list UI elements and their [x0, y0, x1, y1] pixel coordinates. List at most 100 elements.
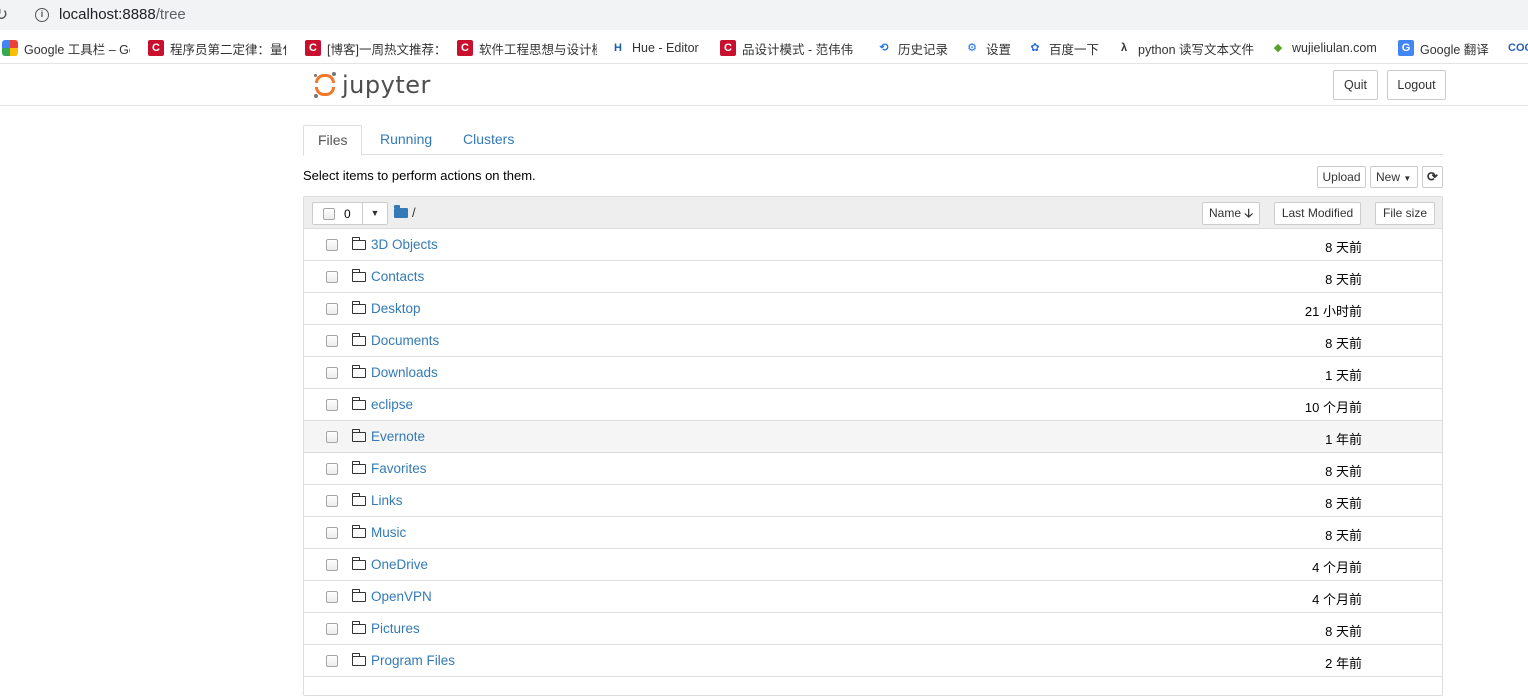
quit-button[interactable]: Quit [1333, 70, 1378, 100]
file-row[interactable]: 3D Objects 8 天前 [304, 229, 1442, 261]
bookmark-item[interactable]: ⟲ 历史记录 [876, 39, 952, 57]
row-checkbox[interactable] [326, 463, 338, 475]
row-checkbox[interactable] [326, 399, 338, 411]
file-row[interactable]: Downloads 1 天前 [304, 357, 1442, 389]
arrow-down-icon: 🡣 [1244, 206, 1253, 220]
csdn-icon: C [720, 40, 736, 56]
folder-icon [352, 397, 366, 410]
row-checkbox[interactable] [326, 655, 338, 667]
file-row[interactable]: Contacts 8 天前 [304, 261, 1442, 293]
folder-icon [352, 653, 366, 666]
row-checkbox[interactable] [326, 335, 338, 347]
item-name-link[interactable]: OpenVPN [371, 589, 432, 604]
item-name-link[interactable]: Desktop [371, 301, 421, 316]
row-checkbox[interactable] [326, 623, 338, 635]
address-text[interactable]: localhost:8888/tree [59, 6, 186, 23]
select-all-checkbox[interactable] [323, 207, 335, 220]
row-checkbox[interactable] [326, 559, 338, 571]
file-row[interactable]: Music 8 天前 [304, 517, 1442, 549]
sort-file-size-button[interactable]: File size [1375, 202, 1435, 225]
reload-icon[interactable]: ↻ [0, 5, 8, 25]
item-name-link[interactable]: Favorites [371, 461, 427, 476]
sort-name-button[interactable]: Name 🡣 [1202, 202, 1260, 225]
selection-hint: Select items to perform actions on them. [303, 168, 536, 183]
item-name-link[interactable]: 3D Objects [371, 237, 438, 252]
select-menu-caret-icon[interactable]: ▼ [363, 203, 387, 224]
bookmark-item[interactable]: G Google 翻译 [1398, 39, 1498, 57]
site-info-icon[interactable]: i [35, 8, 49, 22]
row-checkbox[interactable] [326, 431, 338, 443]
bookmark-item[interactable]: COOL SHELL [1508, 39, 1528, 57]
item-modified-time: 8 天前 [1325, 496, 1362, 511]
item-name-link[interactable]: OneDrive [371, 557, 428, 572]
gear-icon: ⚙ [967, 42, 977, 54]
tab-running[interactable]: Running [366, 125, 446, 155]
file-row[interactable]: Favorites 8 天前 [304, 453, 1442, 485]
new-dropdown-button[interactable]: New ▼ [1370, 166, 1418, 188]
refresh-icon[interactable]: ⟳ [1422, 166, 1443, 188]
hue-icon: H [614, 42, 622, 54]
tab-clusters[interactable]: Clusters [449, 125, 528, 155]
bookmark-item[interactable]: ✿ 百度一下 [1027, 39, 1105, 57]
bookmark-item[interactable]: Google 工具栏 – Go [2, 39, 130, 57]
select-all[interactable]: 0 [313, 203, 363, 224]
row-checkbox[interactable] [326, 303, 338, 315]
item-name-link[interactable]: Contacts [371, 269, 424, 284]
url-host: localhost:8888 [59, 6, 156, 23]
address-field[interactable] [26, 2, 1528, 28]
row-checkbox[interactable] [326, 271, 338, 283]
item-name-link[interactable]: Program Files [371, 653, 455, 668]
row-checkbox[interactable] [326, 527, 338, 539]
file-row[interactable]: Links 8 天前 [304, 485, 1442, 517]
bookmark-item[interactable]: C 软件工程思想与设计模 [457, 39, 597, 57]
bookmark-label: 百度一下 [1049, 42, 1100, 57]
logout-button[interactable]: Logout [1387, 70, 1446, 100]
tab-files[interactable]: Files [303, 125, 362, 156]
tab-bar: Files Running Clusters [303, 125, 1443, 156]
bookmark-label: 软件工程思想与设计模 [479, 42, 597, 57]
folder-icon [352, 365, 366, 378]
file-row[interactable]: OpenVPN 4 个月前 [304, 581, 1442, 613]
bookmark-item[interactable]: C [博客]一周热文推荐： [305, 39, 440, 57]
file-row[interactable]: OneDrive 4 个月前 [304, 549, 1442, 581]
bookmark-item[interactable]: C 程序员第二定律：量化 [148, 39, 286, 57]
item-name-link[interactable]: eclipse [371, 397, 413, 412]
file-row[interactable]: Pictures 8 天前 [304, 613, 1442, 645]
bookmark-label: Hue - Editor [632, 41, 699, 55]
row-checkbox[interactable] [326, 367, 338, 379]
row-checkbox[interactable] [326, 495, 338, 507]
item-modified-time: 4 个月前 [1312, 560, 1362, 575]
file-row[interactable]: Evernote 1 年前 [304, 421, 1442, 453]
item-name-link[interactable]: Downloads [371, 365, 438, 380]
breadcrumb-root[interactable]: / [412, 205, 416, 220]
row-checkbox[interactable] [326, 239, 338, 251]
item-modified-time: 8 天前 [1325, 336, 1362, 351]
sort-name-label: Name [1209, 206, 1242, 220]
sort-last-modified-button[interactable]: Last Modified [1274, 202, 1361, 225]
folder-icon[interactable] [394, 204, 408, 218]
csdn-icon: C [305, 40, 321, 56]
item-modified-time: 21 小时前 [1304, 304, 1362, 319]
item-name-link[interactable]: Links [371, 493, 403, 508]
file-row[interactable]: Documents 8 天前 [304, 325, 1442, 357]
item-name-link[interactable]: Documents [371, 333, 439, 348]
bookmarks-bar: Google 工具栏 – Go C 程序员第二定律：量化 C [博客]一周热文推荐： C 软… [0, 30, 1528, 64]
row-checkbox[interactable] [326, 591, 338, 603]
bookmark-item[interactable]: λ python 读写文本文件 [1116, 39, 1256, 57]
bookmark-item[interactable]: ◆ wujieliulan.com [1270, 39, 1388, 57]
upload-button[interactable]: Upload [1317, 166, 1366, 188]
item-name-link[interactable]: Pictures [371, 621, 420, 636]
file-row[interactable]: Program Files 2 年前 [304, 645, 1442, 677]
bookmark-item[interactable]: ⚙ 设置 [964, 39, 1014, 57]
bookmark-item[interactable]: H Hue - Editor [610, 39, 710, 57]
folder-icon [352, 237, 366, 250]
bookmark-label: Google 翻译 [1420, 42, 1489, 57]
breadcrumb: / [394, 204, 416, 220]
bookmark-item[interactable]: C 品设计模式 - 范伟伟 [720, 39, 860, 57]
jupyter-logo[interactable]: jupyter [314, 70, 431, 100]
file-row[interactable]: Desktop 21 小时前 [304, 293, 1442, 325]
item-name-link[interactable]: Music [371, 525, 406, 540]
bookmark-label: python 读写文本文件 [1138, 42, 1255, 57]
file-row[interactable]: eclipse 10 个月前 [304, 389, 1442, 421]
item-name-link[interactable]: Evernote [371, 429, 425, 444]
